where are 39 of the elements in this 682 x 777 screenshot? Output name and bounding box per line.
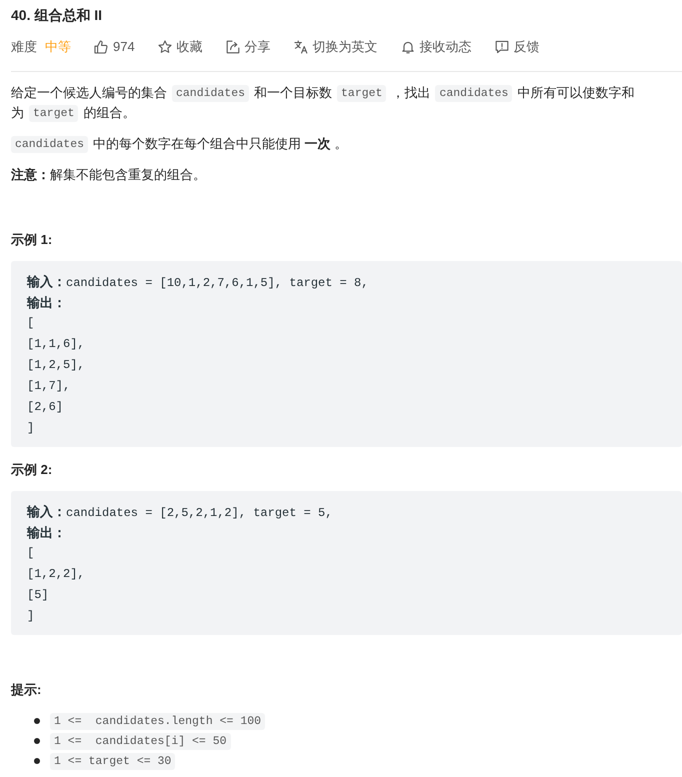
constraint-code: 1 <= candidates.length <= 100 — [50, 712, 266, 730]
description-text: 为 — [11, 104, 24, 122]
bell-icon — [400, 40, 415, 54]
description-text: 中的每个数字在每个组合中只能使用 一次 。 — [93, 135, 348, 153]
share-icon — [226, 40, 240, 54]
thumbs-up-icon — [94, 40, 108, 54]
constraint-code: 1 <= candidates[i] <= 50 — [50, 732, 231, 750]
description-text: 注意：解集不能包含重复的组合。 — [11, 166, 206, 184]
inline-code: target — [337, 84, 386, 102]
inline-code: candidates — [172, 84, 250, 102]
description-text: ，找出 — [391, 84, 430, 102]
example-code-block: 输入：candidates = [2,5,2,1,2], target = 5, 输出： [ [1,2,2], [5] ] — [11, 491, 682, 635]
subscribe-button[interactable]: 接收动态 — [400, 37, 472, 57]
description-text: 给定一个候选人编号的集合 — [11, 84, 167, 102]
like-button[interactable]: 974 — [94, 37, 135, 57]
example-heading: 示例 2: — [11, 461, 52, 479]
bullet-icon — [34, 758, 40, 764]
inline-code: candidates — [435, 84, 512, 102]
example-code-block: 输入：candidates = [10,1,2,7,6,1,5], target = 8, 输出： [ [1,1,6], [1,2,5], [1,7], [2,6] ] — [11, 261, 682, 447]
constraint-code: 1 <= target <= 30 — [50, 752, 176, 770]
description-text: 中所有可以使数字和 — [517, 84, 634, 102]
speech-bubble-icon — [494, 40, 509, 54]
favorite-button[interactable]: 收藏 — [158, 37, 203, 57]
example-heading: 示例 1: — [11, 231, 52, 249]
feedback-button[interactable]: 反馈 — [494, 37, 540, 57]
inline-code: target — [29, 104, 78, 122]
star-icon — [158, 40, 172, 54]
inline-code: candidates — [11, 136, 88, 152]
bullet-icon — [34, 738, 40, 744]
hints-heading: 提示: — [11, 681, 42, 699]
bullet-icon — [34, 718, 40, 724]
difficulty-label: 难度 — [11, 38, 37, 56]
translate-button[interactable]: 切换为英文 — [294, 37, 378, 57]
difficulty-value: 中等 — [45, 38, 71, 56]
translate-icon — [294, 40, 308, 54]
description-text: 的组合。 — [83, 104, 136, 122]
share-button[interactable]: 分享 — [226, 37, 271, 57]
description-text: 和一个目标数 — [254, 84, 332, 102]
problem-title: 40. 组合总和 II — [11, 6, 102, 25]
